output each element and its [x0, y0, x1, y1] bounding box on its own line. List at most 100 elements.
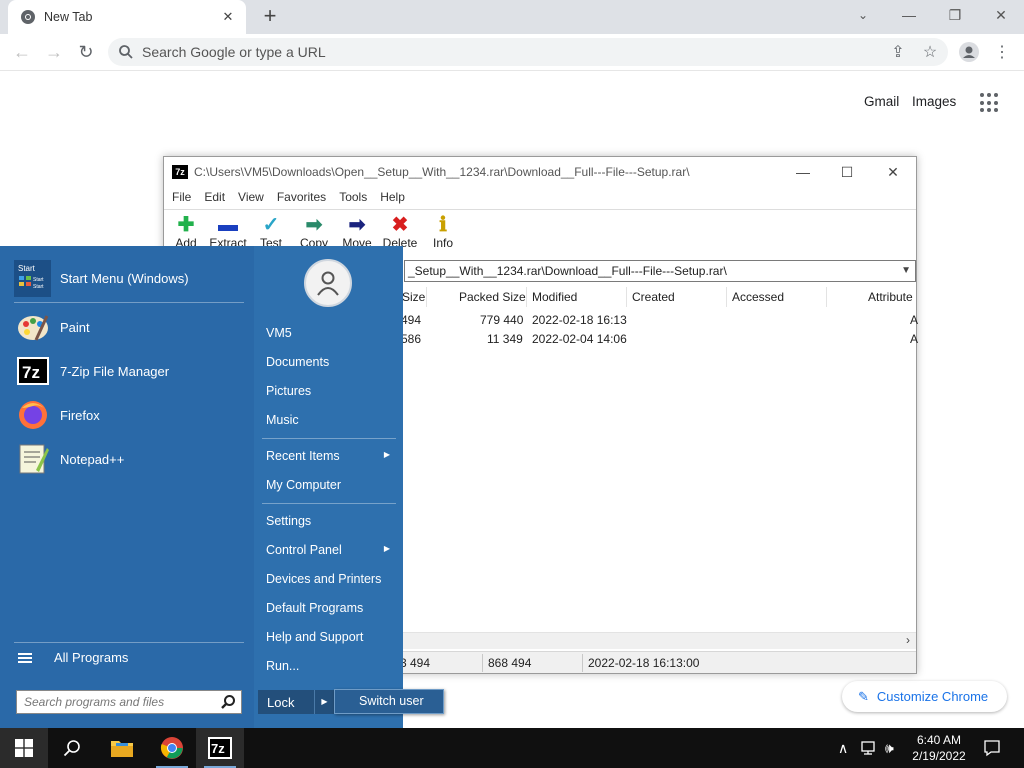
clock-time: 6:40 AM — [916, 733, 962, 747]
menu-tools[interactable]: Tools — [339, 187, 367, 207]
gmail-link[interactable]: Gmail — [864, 94, 899, 109]
restore-button[interactable]: ❐ — [932, 0, 978, 30]
start-search-input[interactable] — [24, 695, 214, 709]
close-window-button[interactable]: ✕ — [978, 0, 1024, 30]
row-modified: 2022-02-18 16:13 — [532, 313, 627, 327]
notepadpp-item[interactable]: Notepad++ — [14, 439, 124, 479]
info-label: Info — [432, 236, 453, 250]
share-icon[interactable]: ⇪ — [887, 42, 909, 64]
7zip-icon: 7z — [208, 737, 232, 759]
chevron-up-icon[interactable]: ∧ — [838, 728, 848, 768]
notepadpp-label: Notepad++ — [60, 451, 125, 467]
menu-help[interactable]: Help — [380, 187, 405, 207]
menu-edit[interactable]: Edit — [204, 187, 225, 207]
reload-icon[interactable]: ↻ — [72, 38, 100, 66]
switch-user-menu-item[interactable]: Switch user — [334, 689, 444, 714]
add-button[interactable]: ✚ Add — [165, 214, 207, 250]
svg-text:Start: Start — [18, 264, 36, 273]
taskbar-chrome[interactable] — [148, 728, 196, 768]
col-modified[interactable]: Modified — [532, 290, 577, 304]
chevron-down-icon[interactable]: ▼ — [901, 261, 911, 281]
pictures-link[interactable]: Pictures — [266, 384, 396, 398]
tab-close-icon[interactable]: ✕ — [220, 9, 236, 25]
notifications-icon[interactable] — [983, 728, 1001, 768]
recent-items-link[interactable]: Recent Items ▶ — [266, 449, 396, 463]
paint-label: Paint — [60, 319, 90, 335]
back-icon[interactable]: ← — [8, 38, 36, 66]
customize-chrome-button[interactable]: ✎ Customize Chrome — [842, 681, 1007, 712]
notepadpp-icon — [14, 441, 51, 478]
images-link[interactable]: Images — [912, 94, 956, 109]
7zip-file-manager-item[interactable]: 7z 7-Zip File Manager — [14, 351, 169, 391]
move-icon: ➡ — [348, 214, 366, 236]
col-accessed[interactable]: Accessed — [732, 290, 784, 304]
network-icon[interactable] — [861, 728, 879, 768]
devices-printers-link[interactable]: Devices and Printers — [266, 572, 396, 586]
all-programs-button[interactable]: All Programs — [18, 650, 128, 665]
paint-item[interactable]: Paint — [14, 307, 90, 347]
chevron-right-icon[interactable]: › — [906, 633, 910, 647]
browser-toolbar: ← → ↻ ⇪ ☆ ⋮ — [0, 34, 1024, 71]
profile-icon[interactable] — [958, 42, 980, 64]
settings-link[interactable]: Settings — [266, 514, 396, 528]
col-created[interactable]: Created — [632, 290, 675, 304]
col-size[interactable]: Size — [402, 290, 425, 304]
firefox-label: Firefox — [60, 407, 100, 423]
user-folder-link[interactable]: VM5 — [266, 326, 396, 340]
chevron-right-icon: ▶ — [383, 450, 390, 459]
7zip-close-button[interactable]: ✕ — [870, 157, 916, 187]
music-link[interactable]: Music — [266, 413, 396, 427]
recent-items-label: Recent Items — [266, 449, 340, 463]
new-tab-button[interactable]: + — [258, 4, 282, 28]
lock-button[interactable]: Lock ▶ — [258, 690, 334, 714]
move-button[interactable]: ➡ Move — [336, 214, 378, 250]
col-attributes[interactable]: Attribute — [868, 290, 913, 304]
menu-favorites[interactable]: Favorites — [277, 187, 326, 207]
search-icon[interactable] — [220, 694, 236, 710]
tab-search-icon[interactable]: ⌄ — [840, 0, 886, 30]
7zip-path-bar[interactable]: _Setup__With__1234.rar\Download__Full---… — [404, 260, 916, 282]
test-button[interactable]: ✓ Test — [250, 214, 292, 250]
run-link[interactable]: Run... — [266, 659, 396, 673]
customize-chrome-label: Customize Chrome — [876, 689, 989, 704]
taskbar-clock[interactable]: 6:40 AM 2/19/2022 — [902, 732, 976, 764]
volume-icon[interactable]: 🕪 — [885, 728, 894, 768]
status-modified: 2022-02-18 16:13:00 — [588, 656, 700, 670]
start-menu-windows-item[interactable]: Start Start Start Start Menu (Windows) — [14, 258, 189, 298]
7zip-maximize-button[interactable]: ☐ — [824, 157, 870, 187]
list-icon — [18, 651, 32, 665]
omnibox[interactable] — [108, 38, 948, 66]
start-search-box[interactable] — [16, 690, 242, 714]
forward-icon[interactable]: → — [40, 38, 68, 66]
start-menu-icon: Start Start Start — [14, 259, 51, 297]
taskbar-search-button[interactable] — [48, 728, 96, 768]
bookmark-star-icon[interactable]: ☆ — [919, 42, 941, 64]
user-avatar[interactable] — [304, 259, 352, 307]
taskbar-7zip[interactable]: 7z — [196, 728, 244, 768]
minimize-button[interactable]: — — [886, 0, 932, 30]
tab-new-tab[interactable]: New Tab ✕ — [8, 0, 246, 34]
documents-link[interactable]: Documents — [266, 355, 396, 369]
chevron-right-icon[interactable]: ▶ — [314, 690, 334, 714]
7zip-minimize-button[interactable]: — — [780, 157, 826, 187]
all-programs-label: All Programs — [54, 650, 129, 665]
default-programs-link[interactable]: Default Programs — [266, 601, 396, 615]
col-packed-size[interactable]: Packed Size — [459, 290, 526, 304]
help-support-link[interactable]: Help and Support — [266, 630, 396, 644]
7zip-logo-icon: 7z — [172, 165, 188, 179]
copy-icon: ➡ — [305, 214, 323, 236]
firefox-item[interactable]: Firefox — [14, 395, 100, 435]
chrome-menu-icon[interactable]: ⋮ — [991, 42, 1013, 64]
copy-button[interactable]: ➡ Copy — [293, 214, 335, 250]
info-button[interactable]: ℹ Info — [422, 214, 464, 250]
menu-file[interactable]: File — [172, 187, 191, 207]
taskbar-file-explorer[interactable] — [98, 728, 146, 768]
delete-button[interactable]: ✖ Delete — [379, 214, 421, 250]
control-panel-link[interactable]: Control Panel ▶ — [266, 543, 396, 557]
omnibox-input[interactable] — [142, 44, 842, 60]
extract-button[interactable]: ▬ Extract — [207, 214, 249, 250]
my-computer-link[interactable]: My Computer — [266, 478, 396, 492]
start-button[interactable] — [0, 728, 48, 768]
menu-view[interactable]: View — [238, 187, 264, 207]
google-apps-icon[interactable] — [980, 93, 1000, 113]
